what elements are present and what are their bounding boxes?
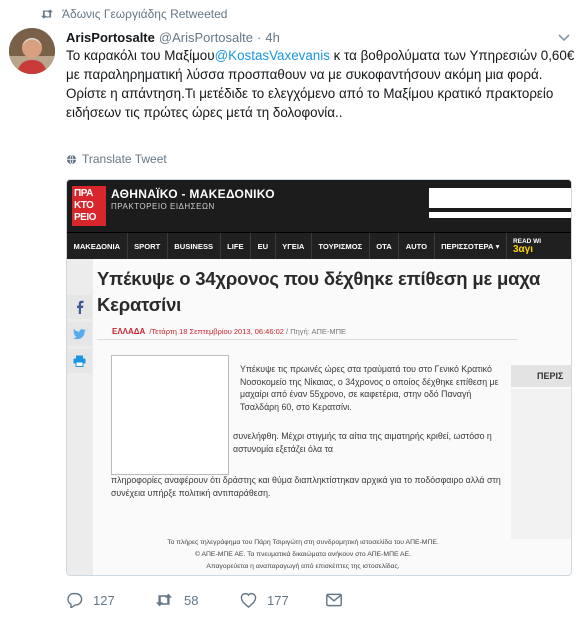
article-image-placeholder	[111, 355, 229, 475]
article-footer: Το πλήρες τηλεγράφημα του Πάρη Τσιριγώτη…	[93, 537, 513, 573]
retweet-button[interactable]: 58	[154, 592, 240, 608]
tweet-paragraph-1: Το καρακόλι του Μαξίμου@KostasVaxevanis …	[66, 46, 576, 84]
site-sidebar-header: ΠΕΡΙΣ	[511, 365, 571, 387]
nav-item: ΟΤΑ	[370, 232, 400, 260]
reply-button[interactable]: 127	[66, 592, 154, 608]
nav-item: ΤΟΥΡΙΣΜΟΣ	[312, 232, 370, 260]
site-logo: ΠΡΑ ΚΤΟ ΡΕΙΟ	[72, 186, 106, 226]
nav-item: EU	[251, 232, 276, 260]
footer-line: © ΑΠΕ-ΜΠΕ ΑΕ. Τα πνευματικά δικαιώματα α…	[194, 551, 412, 558]
heart-icon	[240, 592, 257, 608]
article-meta: ΕΛΛΑΔΑ/Τετάρτη 18 Σεπτεμβρίου 2013, 06:4…	[112, 327, 346, 336]
globe-icon	[66, 154, 77, 164]
direct-message-button[interactable]	[326, 593, 352, 607]
site-sidebar	[511, 389, 571, 539]
article-body-2: συνελήφθη. Μέχρι στιγμής τα αίτια της αι…	[233, 431, 492, 454]
article: Υπέκυψε ο 34χρονος που δέχθηκε επίθεση μ…	[93, 259, 571, 575]
logo-line-3: ΡΕΙΟ	[74, 212, 96, 223]
read-with-badge: READ WI 3αγι	[507, 238, 541, 255]
site-content: Υπέκυψε ο 34χρονος που δέχθηκε επίθεση μ…	[67, 259, 571, 575]
nav-item: SPORT	[128, 232, 168, 260]
tweet-header: ArisPortosalte @ArisPortosalte · 4h	[66, 28, 280, 46]
tweet-actions: 127 58 177	[66, 589, 352, 611]
separator: ·	[257, 29, 262, 45]
nav-item: ΥΓΕΙΑ	[276, 232, 312, 260]
logo-line-2: ΚΤΟ	[74, 200, 94, 211]
envelope-icon	[326, 593, 342, 607]
translate-tweet-link[interactable]: Translate Tweet	[66, 152, 167, 166]
site-name: ΑΘΗΝΑΪΚΟ - ΜΑΚΕΔΟΝΙΚΟ	[111, 187, 275, 201]
like-button[interactable]: 177	[240, 592, 326, 608]
nav-item: ΜΑΚΕΔΟΝΙΑ	[67, 232, 128, 260]
share-bar	[67, 295, 92, 376]
article-body-1: Υπέκυψε τις πρωινές ώρες στα τραύματά το…	[240, 364, 499, 412]
avatar[interactable]	[9, 28, 55, 74]
retweet-icon	[41, 9, 53, 19]
footer-line: Απαγορεύεται η αναπαραγωγή από επισκέπτε…	[206, 563, 400, 570]
tweet-time[interactable]: 4h	[265, 30, 279, 45]
site-subtitle: ΠΡΑΚΤΟΡΕΙΟ ΕΙΔΗΣΕΩΝ	[111, 202, 215, 211]
article-source: / Πηγή: ΑΠΕ-ΜΠΕ	[283, 327, 347, 336]
nav-item: AUTO	[399, 232, 435, 260]
tweet-text-part1: Το καρακόλι του Μαξίμου	[66, 48, 215, 63]
reply-count: 127	[93, 592, 115, 608]
meta-divider	[97, 339, 517, 340]
site-search-box	[429, 188, 571, 208]
author-handle[interactable]: @ArisPortosalte	[159, 30, 253, 45]
nav-item: BUSINESS	[168, 232, 221, 260]
logo-line-1: ΠΡΑ	[74, 188, 93, 199]
retweet-banner[interactable]: Άδωνις Γεωργιάδης Retweeted	[40, 5, 227, 23]
facebook-icon	[67, 295, 92, 319]
article-body-3: πληροφορίες αναφέρουν ότι δράστης και θύ…	[111, 475, 501, 498]
twitter-icon	[67, 322, 92, 346]
article-title-line1: Υπέκυψε ο 34χρονος που δέχθηκε επίθεση μ…	[97, 268, 541, 289]
like-count: 177	[267, 592, 289, 608]
translate-label: Translate Tweet	[82, 152, 167, 166]
tweet-media-image[interactable]: ΠΡΑ ΚΤΟ ΡΕΙΟ ΑΘΗΝΑΪΚΟ - ΜΑΚΕΔΟΝΙΚΟ ΠΡΑΚΤ…	[66, 179, 572, 576]
read-with-bottom: 3αγι	[512, 243, 533, 255]
nav-item: LIFE	[221, 232, 252, 260]
article-category: ΕΛΛΑΔΑ	[112, 327, 146, 336]
site-nav: ΜΑΚΕΔΟΝΙΑ SPORT BUSINESS LIFE EU ΥΓΕΙΑ Τ…	[67, 232, 571, 260]
retweet-icon	[156, 593, 172, 607]
retweet-banner-text: Άδωνις Γεωργιάδης Retweeted	[62, 7, 228, 21]
avatar-photo	[9, 28, 55, 74]
article-title-line2: Κερατσίνι	[97, 294, 182, 315]
retweet-count: 58	[184, 592, 199, 608]
reply-icon	[67, 592, 83, 608]
nav-item: ΠΕΡΙΣΣΟΤΕΡΑ ▾	[435, 232, 507, 260]
site-header: ΠΡΑ ΚΤΟ ΡΕΙΟ ΑΘΗΝΑΪΚΟ - ΜΑΚΕΔΟΝΙΚΟ ΠΡΑΚΤ…	[67, 180, 571, 232]
article-date: /Τετάρτη 18 Σεπτεμβρίου 2013, 06:46:02	[149, 327, 284, 336]
print-icon	[67, 349, 92, 373]
article-title: Υπέκυψε ο 34χρονος που δέχθηκε επίθεση μ…	[97, 266, 571, 318]
chevron-down-icon[interactable]	[557, 30, 571, 44]
mention-link[interactable]: @KostasVaxevanis	[215, 48, 330, 63]
author-name[interactable]: ArisPortosalte	[66, 30, 155, 45]
footer-line: Το πλήρες τηλεγράφημα του Πάρη Τσιριγώτη…	[167, 539, 439, 546]
tweet-paragraph-2: Ορίστε η απάντηση.Τι μετέδιδε το ελεγχόμ…	[66, 86, 554, 120]
tweet-text: Το καρακόλι του Μαξίμου@KostasVaxevanis …	[66, 46, 576, 122]
site-search-strip	[429, 212, 571, 218]
